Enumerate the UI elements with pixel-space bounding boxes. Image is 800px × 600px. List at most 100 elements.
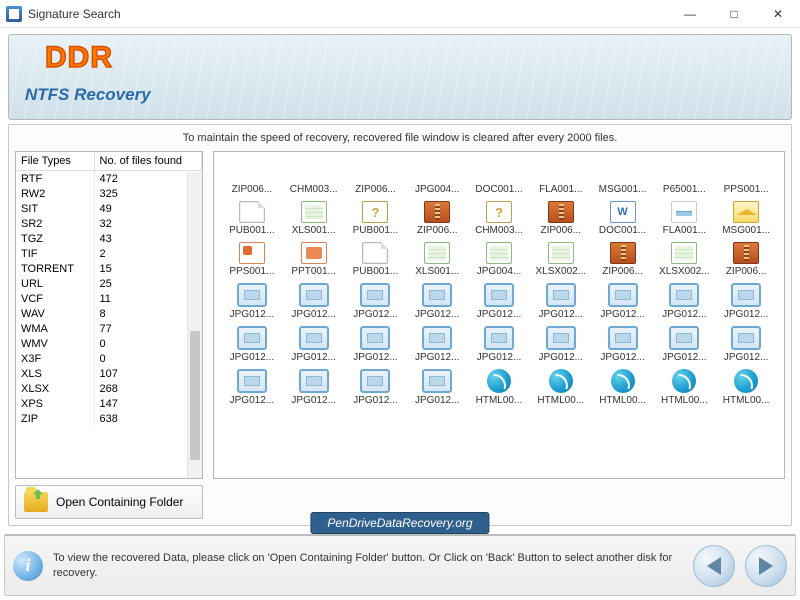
- file-item[interactable]: JPG012...: [531, 281, 591, 322]
- file-item[interactable]: HTML00...: [469, 367, 529, 408]
- table-row[interactable]: WMA77: [16, 321, 202, 336]
- file-item[interactable]: JPG012...: [469, 324, 529, 365]
- doc-file-icon: [362, 242, 388, 264]
- banner: DDR NTFS Recovery: [8, 34, 792, 120]
- file-item[interactable]: JPG012...: [716, 281, 776, 322]
- cell-count: 2: [94, 246, 202, 261]
- table-row[interactable]: TORRENT15: [16, 261, 202, 276]
- col-header-count[interactable]: No. of files found: [94, 152, 202, 171]
- file-label: CHM003...: [290, 184, 338, 195]
- cell-count: 472: [94, 171, 202, 187]
- minimize-button[interactable]: —: [668, 0, 712, 28]
- file-item[interactable]: HTML00...: [716, 367, 776, 408]
- table-row[interactable]: XLS107: [16, 366, 202, 381]
- back-button[interactable]: [693, 545, 735, 587]
- scrollbar-thumb[interactable]: [190, 331, 200, 460]
- table-row[interactable]: RTF472: [16, 171, 202, 187]
- file-item[interactable]: DOC001...: [593, 199, 653, 238]
- file-item[interactable]: XLS001...: [407, 240, 467, 279]
- file-item[interactable]: JPG012...: [346, 281, 406, 322]
- file-item[interactable]: PPT001...: [284, 240, 344, 279]
- file-item[interactable]: MSG001...: [716, 199, 776, 238]
- table-row[interactable]: SIT49: [16, 201, 202, 216]
- file-label: DOC001...: [599, 225, 646, 236]
- file-item[interactable]: HTML00...: [654, 367, 714, 408]
- table-row[interactable]: X3F0: [16, 351, 202, 366]
- file-item[interactable]: JPG012...: [407, 367, 467, 408]
- file-item[interactable]: HTML00...: [593, 367, 653, 408]
- file-item[interactable]: JPG012...: [222, 367, 282, 408]
- file-item[interactable]: ZIP006...: [346, 158, 406, 197]
- col-header-type[interactable]: File Types: [16, 152, 94, 171]
- table-row[interactable]: TIF2: [16, 246, 202, 261]
- file-item[interactable]: PUB001...: [346, 199, 406, 238]
- file-item[interactable]: ZIP006...: [531, 199, 591, 238]
- table-row[interactable]: XPS147: [16, 396, 202, 411]
- file-item[interactable]: JPG012...: [407, 281, 467, 322]
- site-badge: PenDriveDataRecovery.org: [310, 512, 489, 534]
- file-item[interactable]: PUB001...: [346, 240, 406, 279]
- file-item[interactable]: JPG004...: [407, 158, 467, 197]
- jpg-file-icon: [299, 326, 329, 350]
- file-item[interactable]: JPG012...: [222, 324, 282, 365]
- table-row[interactable]: URL25: [16, 276, 202, 291]
- table-row[interactable]: XLSX268: [16, 381, 202, 396]
- file-item[interactable]: JPG012...: [593, 324, 653, 365]
- file-item[interactable]: ZIP006...: [593, 240, 653, 279]
- table-row[interactable]: VCF11: [16, 291, 202, 306]
- maximize-button[interactable]: □: [712, 0, 756, 28]
- file-label: JPG004...: [477, 266, 521, 277]
- jpg-file-icon: [546, 283, 576, 307]
- file-item[interactable]: P65001...: [654, 158, 714, 197]
- file-item[interactable]: DOC001...: [469, 158, 529, 197]
- file-item[interactable]: ZIP006...: [716, 240, 776, 279]
- file-item[interactable]: FLA001...: [654, 199, 714, 238]
- file-item[interactable]: PPS001...: [716, 158, 776, 197]
- file-item[interactable]: PUB001...: [222, 199, 282, 238]
- file-item[interactable]: JPG012...: [716, 324, 776, 365]
- table-row[interactable]: WAV8: [16, 306, 202, 321]
- table-row[interactable]: WMV0: [16, 336, 202, 351]
- file-item[interactable]: MSG001...: [593, 158, 653, 197]
- file-item[interactable]: CHM003...: [284, 158, 344, 197]
- file-item[interactable]: HTML00...: [531, 367, 591, 408]
- file-types-table[interactable]: File Types No. of files found RTF472RW23…: [16, 152, 202, 426]
- cell-type: SR2: [16, 216, 94, 231]
- file-item[interactable]: JPG012...: [346, 324, 406, 365]
- file-item[interactable]: JPG012...: [284, 281, 344, 322]
- scrollbar[interactable]: [187, 172, 202, 478]
- file-item[interactable]: ZIP006...: [222, 158, 282, 197]
- title-bar: Signature Search — □ ✕: [0, 0, 800, 28]
- table-row[interactable]: RW2325: [16, 186, 202, 201]
- file-item[interactable]: XLSX002...: [531, 240, 591, 279]
- file-item[interactable]: JPG012...: [654, 324, 714, 365]
- file-item[interactable]: JPG012...: [469, 281, 529, 322]
- file-item[interactable]: JPG012...: [531, 324, 591, 365]
- xls-file-icon: [671, 242, 697, 264]
- file-label: JPG012...: [230, 395, 274, 406]
- file-item[interactable]: ZIP006...: [407, 199, 467, 238]
- file-item[interactable]: JPG004...: [469, 240, 529, 279]
- file-item[interactable]: XLSX002...: [654, 240, 714, 279]
- file-item[interactable]: JPG012...: [222, 281, 282, 322]
- file-item[interactable]: JPG012...: [284, 324, 344, 365]
- file-label: PPS001...: [724, 184, 769, 195]
- open-containing-folder-button[interactable]: Open Containing Folder: [15, 485, 203, 519]
- file-item[interactable]: JPG012...: [346, 367, 406, 408]
- jpg-file-icon: [608, 326, 638, 350]
- next-button[interactable]: [745, 545, 787, 587]
- file-item[interactable]: FLA001...: [531, 158, 591, 197]
- jpg-file-icon: [608, 283, 638, 307]
- file-label: ZIP006...: [726, 266, 767, 277]
- file-item[interactable]: JPG012...: [593, 281, 653, 322]
- file-item[interactable]: XLS001...: [284, 199, 344, 238]
- close-button[interactable]: ✕: [756, 0, 800, 28]
- file-item[interactable]: JPG012...: [284, 367, 344, 408]
- file-item[interactable]: JPG012...: [654, 281, 714, 322]
- file-item[interactable]: JPG012...: [407, 324, 467, 365]
- table-row[interactable]: SR232: [16, 216, 202, 231]
- table-row[interactable]: ZIP638: [16, 411, 202, 426]
- file-item[interactable]: CHM003...: [469, 199, 529, 238]
- table-row[interactable]: TGZ43: [16, 231, 202, 246]
- file-item[interactable]: PPS001...: [222, 240, 282, 279]
